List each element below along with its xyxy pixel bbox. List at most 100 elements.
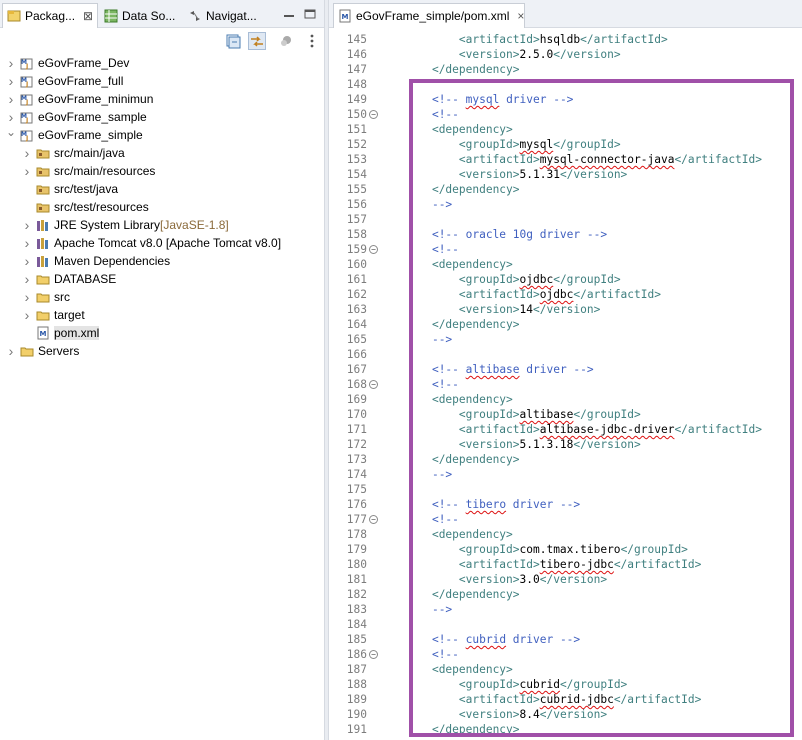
tree-item[interactable]: › Servers (6, 342, 80, 360)
code-line[interactable]: <!-- cubrid driver --> (405, 632, 580, 647)
tree-item[interactable]: Mpom.xml (22, 324, 100, 342)
code-line[interactable]: <!-- altibase driver --> (405, 362, 594, 377)
chevron-right-icon[interactable]: › (6, 109, 16, 125)
tree-item[interactable]: › M J eGovFrame_full (6, 72, 124, 90)
tree-item[interactable]: › target (22, 306, 85, 324)
code-line[interactable]: <artifactId>cubrid-jdbc</artifactId> (405, 692, 701, 707)
filter-icon[interactable] (278, 32, 296, 50)
fold-toggle-icon[interactable]: − (369, 380, 378, 389)
code-line[interactable]: <dependency> (405, 257, 513, 272)
close-icon[interactable]: ⊠ (83, 9, 93, 23)
code-line[interactable]: <!-- (405, 512, 459, 527)
code-line[interactable]: <!-- (405, 242, 459, 257)
code-line[interactable]: <dependency> (405, 662, 513, 677)
chevron-right-icon[interactable]: › (22, 289, 32, 305)
code-line[interactable]: <version>5.1.3.18</version> (405, 437, 641, 452)
close-icon[interactable]: × (517, 9, 524, 23)
chevron-right-icon[interactable]: › (22, 307, 32, 323)
code-line[interactable]: <artifactId>altibase-jdbc-driver</artifa… (405, 422, 762, 437)
code-line[interactable]: <!-- mysql driver --> (405, 92, 573, 107)
code-line[interactable]: <artifactId>tibero-jdbc</artifactId> (405, 557, 701, 572)
xml-editor[interactable]: 145 <artifactId>hsqldb</artifactId> 146 <… (329, 29, 802, 740)
view-menu-icon[interactable] (303, 32, 321, 50)
code-line[interactable]: <artifactId>mysql-connector-java</artifa… (405, 152, 762, 167)
maximize-icon[interactable] (304, 8, 316, 19)
chevron-right-icon[interactable]: › (6, 91, 16, 107)
line-number: 163 (346, 303, 367, 316)
code-line[interactable]: <version>5.1.31</version> (405, 167, 627, 182)
chevron-right-icon[interactable]: › (22, 217, 32, 233)
code-token: <groupId> (458, 408, 520, 421)
code-line[interactable]: <!-- tibero driver --> (405, 497, 580, 512)
chevron-right-icon[interactable]: › (6, 55, 16, 71)
code-line[interactable]: <version>2.5.0</version> (405, 47, 621, 62)
code-line[interactable]: <dependency> (405, 527, 513, 542)
code-line[interactable]: <dependency> (405, 392, 513, 407)
folder-icon (20, 344, 34, 358)
maven-project-icon: MJ (20, 128, 34, 142)
tab-data-source[interactable]: Data So... (100, 4, 182, 28)
tree-item[interactable]: › M J eGovFrame_Dev (6, 54, 130, 72)
code-line[interactable]: --> (405, 197, 452, 212)
code-line[interactable]: <artifactId>ojdbc</artifactId> (405, 287, 661, 302)
fold-toggle-icon[interactable]: − (369, 515, 378, 524)
code-line[interactable]: <version>14</version> (405, 302, 600, 317)
tree-item[interactable]: ⌄ M J eGovFrame_simple (6, 125, 143, 144)
code-line[interactable]: --> (405, 332, 452, 347)
chevron-right-icon[interactable]: › (22, 253, 32, 269)
tree-item[interactable]: › src (22, 288, 70, 306)
code-token: </version> (559, 168, 628, 181)
tab-pom-xml[interactable]: M eGovFrame_simple/pom.xml × (333, 3, 525, 28)
code-line[interactable]: <version>3.0</version> (405, 572, 607, 587)
minimize-icon[interactable] (283, 8, 295, 18)
tree-item[interactable]: src/test/java (22, 180, 118, 198)
chevron-right-icon[interactable]: › (22, 145, 32, 161)
code-line[interactable]: </dependency> (405, 452, 520, 467)
chevron-right-icon[interactable]: › (22, 235, 32, 251)
code-line[interactable]: <groupId>ojdbc</groupId> (405, 272, 621, 287)
tree-item[interactable]: › Maven Dependencies (22, 252, 170, 270)
code-line[interactable]: </dependency> (405, 182, 520, 197)
tree-item[interactable]: › Apache Tomcat v8.0 [Apache Tomcat v8.0] (22, 234, 281, 252)
fold-toggle-icon[interactable]: − (369, 650, 378, 659)
code-line[interactable]: </dependency> (405, 62, 520, 77)
chevron-right-icon[interactable]: › (6, 343, 16, 359)
fold-toggle-icon[interactable]: − (369, 245, 378, 254)
chevron-right-icon[interactable]: › (22, 163, 32, 179)
code-line[interactable]: </dependency> (405, 317, 520, 332)
tree-item[interactable]: › M J eGovFrame_minimun (6, 90, 154, 108)
code-line[interactable]: <groupId>mysql</groupId> (405, 137, 621, 152)
code-line[interactable]: <!-- oracle 10g driver --> (405, 227, 607, 242)
code-line[interactable]: </dependency> (405, 587, 520, 602)
code-line[interactable]: <groupId>altibase</groupId> (405, 407, 641, 422)
code-line[interactable]: <groupId>cubrid</groupId> (405, 677, 627, 692)
tree-item[interactable]: › src/main/resources (22, 162, 156, 180)
tree-item[interactable]: › M J eGovFrame_sample (6, 108, 147, 126)
tab-package-explorer[interactable]: Packag... ⊠ (2, 3, 98, 28)
tree-item[interactable]: src/test/resources (22, 198, 149, 216)
chevron-right-icon[interactable]: › (6, 73, 16, 89)
link-with-editor-icon[interactable] (248, 32, 266, 50)
fold-toggle-icon[interactable]: − (369, 110, 378, 119)
tree-item[interactable]: › JRE System Library [JavaSE-1.8] (22, 216, 229, 234)
chevron-right-icon[interactable]: › (22, 271, 32, 287)
code-line[interactable]: <!-- (405, 107, 459, 122)
code-line[interactable]: --> (405, 467, 452, 482)
code-line[interactable]: </dependency> (405, 722, 520, 737)
tree-item[interactable]: › DATABASE (22, 270, 117, 288)
code-line[interactable]: <groupId>com.tmax.tibero</groupId> (405, 542, 688, 557)
source-folder-icon (36, 200, 50, 214)
collapse-all-icon[interactable] (224, 32, 242, 50)
code-line[interactable]: <artifactId>hsqldb</artifactId> (405, 32, 668, 47)
tree-item[interactable]: › src/main/java (22, 144, 125, 162)
chevron-down-icon[interactable]: ⌄ (6, 125, 16, 139)
code-line[interactable]: <!-- (405, 647, 459, 662)
code-line[interactable]: --> (405, 602, 452, 617)
code-line[interactable]: <dependency> (405, 122, 513, 137)
tab-navigator[interactable]: Navigat... (184, 4, 264, 28)
code-line[interactable]: <version>8.4</version> (405, 707, 607, 722)
code-line[interactable]: <!-- (405, 377, 459, 392)
